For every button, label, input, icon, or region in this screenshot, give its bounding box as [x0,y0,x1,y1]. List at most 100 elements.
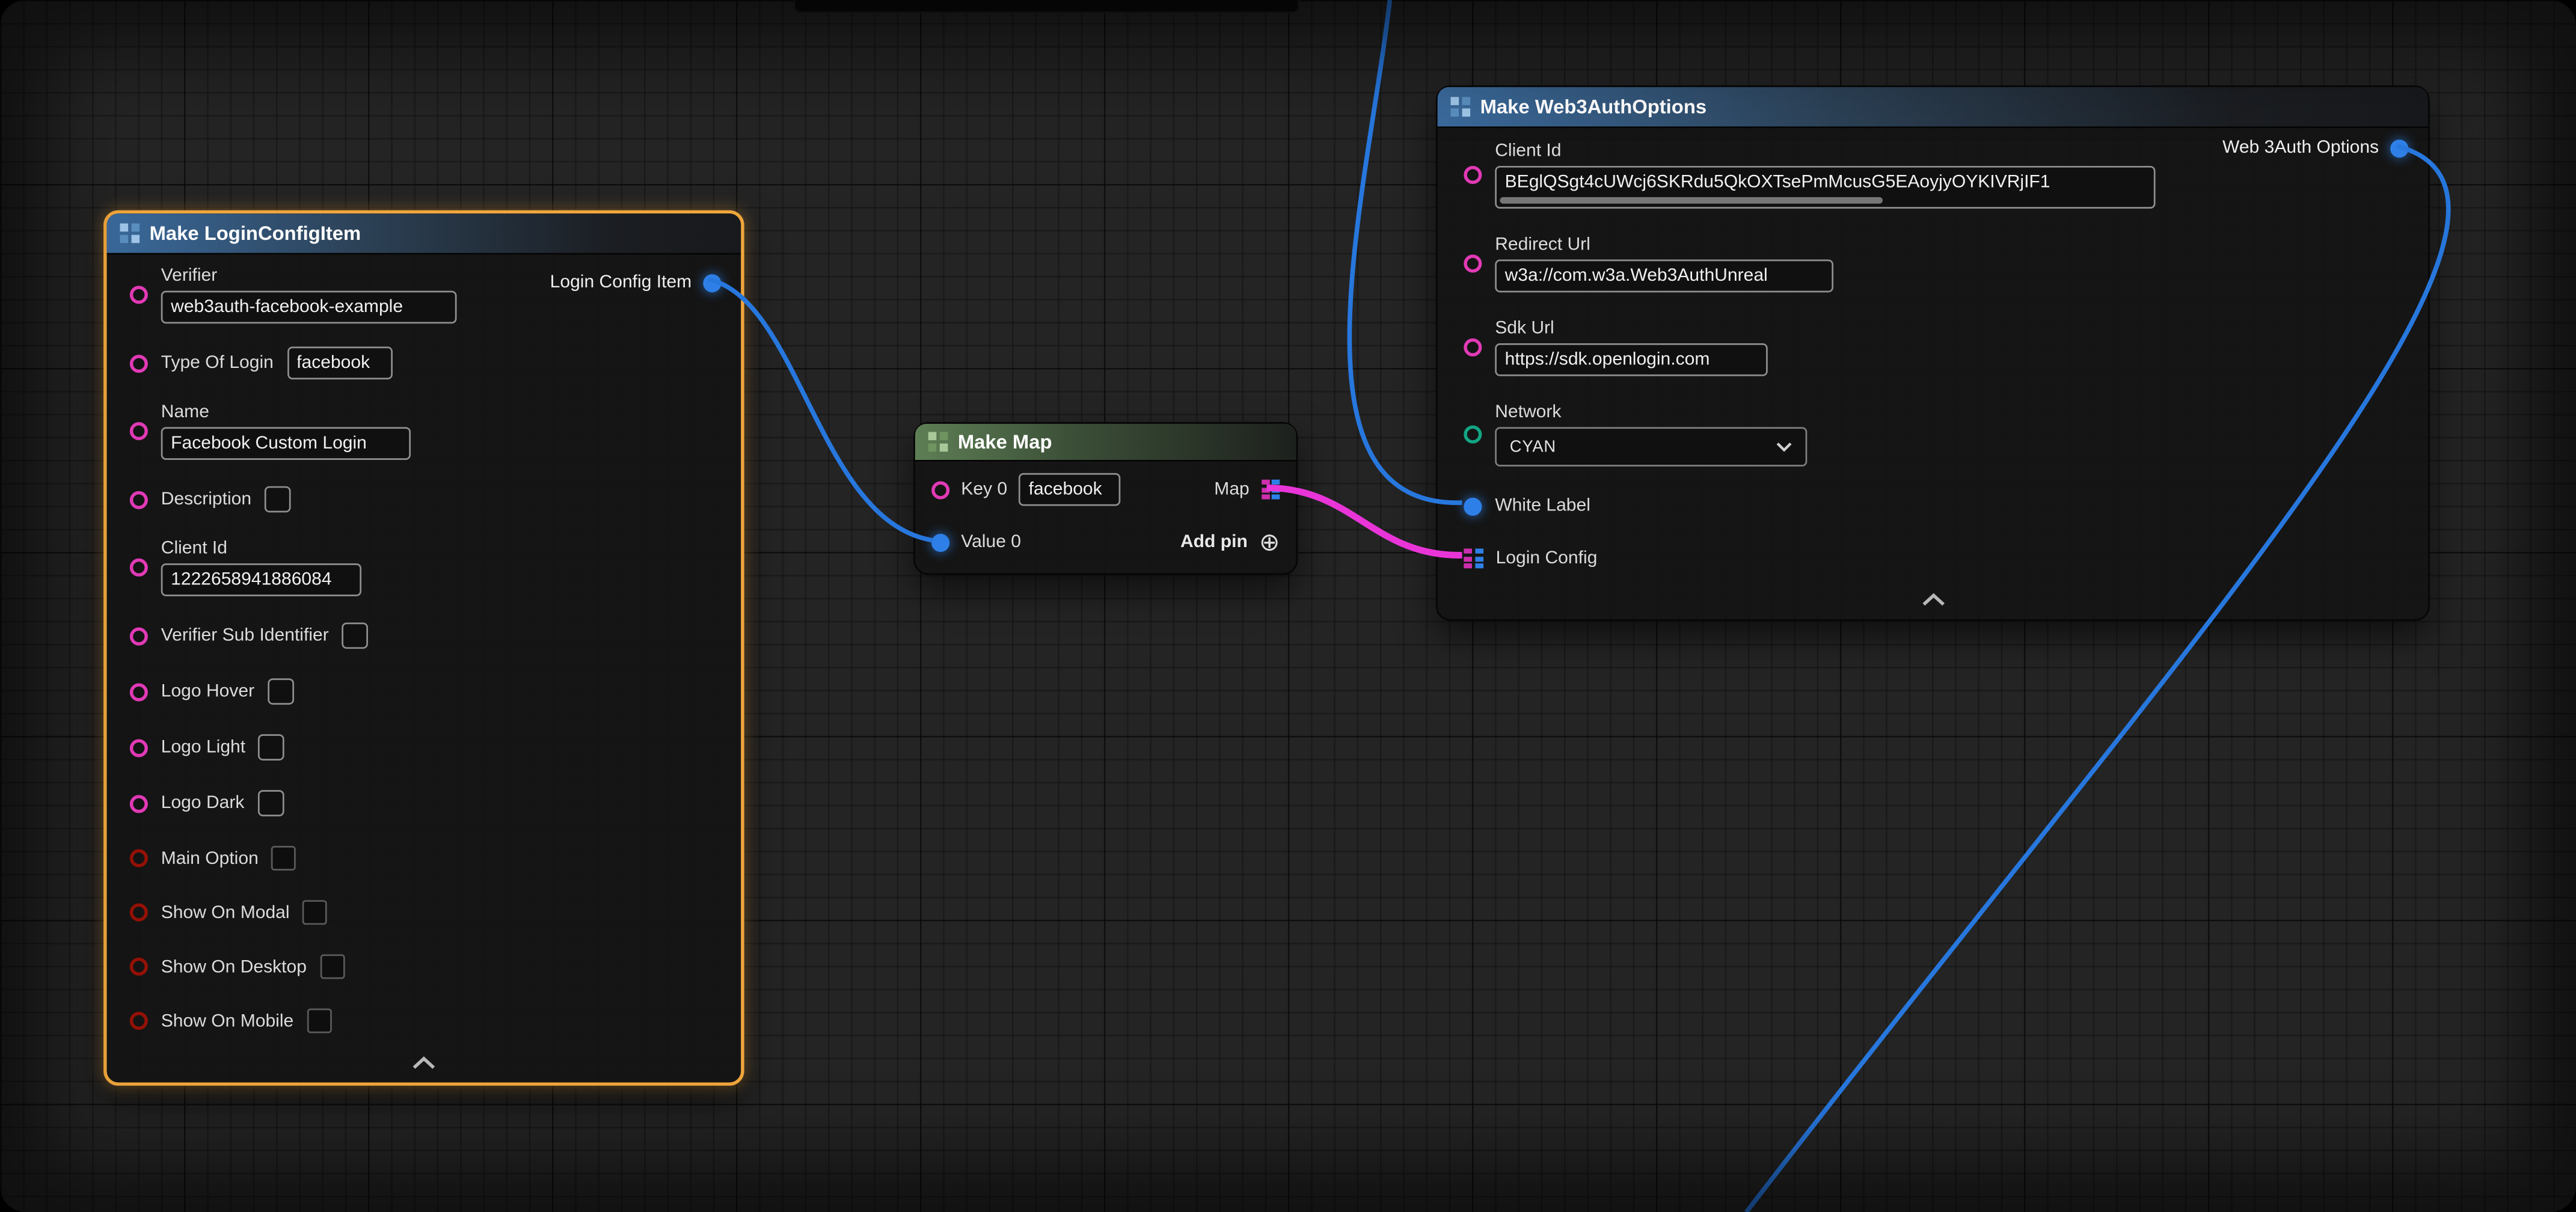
pin-label: Login Config [1496,549,1598,569]
pin-row-redirect-url: Redirect Url [1438,222,2428,305]
pin-row-logo-light: Logo Light [107,720,741,776]
pin-label: Name [161,402,411,422]
show-on-mobile-checkbox[interactable] [307,1009,331,1033]
map-key-row: Key 0 Map [915,462,1296,518]
network-dropdown-value: CYAN [1510,438,1556,456]
pin-label: Show On Modal [161,902,290,922]
add-pin-label: Add pin [1180,532,1248,552]
node-title: Make Web3AuthOptions [1480,95,1707,118]
collapse-node-control[interactable] [1438,585,2428,619]
description-input[interactable] [265,486,291,513]
string-pin[interactable] [130,559,148,577]
object-pin[interactable] [1464,497,1482,515]
pin-row-logo-hover: Logo Hover [107,664,741,720]
pin-label: Main Option [161,848,259,868]
pin-label: Sdk Url [1495,319,1768,338]
input-horizontal-scrollbar[interactable] [1500,197,1883,204]
redirect-url-input[interactable] [1495,260,1833,293]
pin-row-show-on-modal: Show On Modal [107,886,741,940]
map-value-row: Value 0 Add pin ⊕ [915,518,1296,574]
show-on-modal-checkbox[interactable] [302,900,327,925]
name-input[interactable] [161,427,411,460]
bool-pin[interactable] [130,1012,148,1030]
collapse-node-control[interactable] [107,1048,741,1082]
object-pin[interactable] [931,533,949,551]
add-pin-icon: ⊕ [1259,530,1280,554]
blueprint-graph[interactable]: Make LoginConfigItem Login Config Item V… [0,0,2576,1212]
pin-label: Show On Desktop [161,956,307,976]
make-map-icon [928,432,948,452]
pin-label: Value 0 [961,532,1021,552]
output-web3auth-options: Web 3Auth Options [2222,138,2408,158]
string-pin[interactable] [130,491,148,509]
pin-label: Logo Light [161,738,245,758]
string-pin[interactable] [1464,338,1482,357]
node-title: Make Map [958,430,1052,453]
string-pin[interactable] [130,682,148,700]
map-output-pin[interactable] [1261,480,1280,500]
collapse-chevron-icon [411,1056,437,1070]
client-id-input[interactable] [161,563,361,596]
pin-label: Map [1214,480,1249,500]
output-login-config-item: Login Config Item [550,273,722,293]
string-pin[interactable] [130,626,148,644]
type-of-login-input[interactable] [287,346,392,379]
pin-row-main-option: Main Option [107,831,741,885]
network-dropdown[interactable]: CYAN [1495,427,1807,467]
verifier-sub-identifier-input[interactable] [342,622,369,649]
pin-label: Client Id [161,539,361,559]
bool-pin[interactable] [130,849,148,867]
pin-label: White Label [1495,496,1590,516]
logo-dark-input[interactable] [257,790,284,816]
pin-row-white-label: White Label [1438,480,2428,532]
offscreen-node-edge [794,0,1299,13]
verifier-input[interactable] [161,291,457,324]
pin-label: Type Of Login [161,353,274,373]
add-pin-button[interactable]: Add pin ⊕ [1180,530,1280,554]
pin-row-show-on-mobile: Show On Mobile [107,994,741,1048]
pin-row-sdk-url: Sdk Url [1438,305,2428,389]
logo-hover-input[interactable] [268,678,294,705]
pin-label: Show On Mobile [161,1011,294,1031]
string-pin[interactable] [130,354,148,372]
sdk-url-input[interactable] [1495,343,1768,376]
bool-pin[interactable] [130,904,148,922]
node-titlebar[interactable]: Make Map [915,424,1296,462]
pin-row-description: Description [107,471,741,527]
make-struct-icon [120,224,140,243]
key0-input[interactable] [1019,473,1120,506]
pin-label: Client Id [1495,141,2155,161]
blueprint-editor: Make LoginConfigItem Login Config Item V… [0,0,2576,1212]
output-pin[interactable] [2390,139,2408,157]
pin-label: Network [1495,402,1807,422]
node-titlebar[interactable]: Make LoginConfigItem [107,213,741,254]
string-pin[interactable] [1464,254,1482,272]
show-on-desktop-checkbox[interactable] [320,954,345,979]
string-pin[interactable] [1464,166,1482,184]
pin-row-client-id: Client Id [107,527,741,608]
pin-row-logo-dark: Logo Dark [107,776,741,831]
string-pin[interactable] [130,286,148,304]
pin-label: Logo Hover [161,682,254,702]
string-pin[interactable] [130,738,148,756]
node-make-loginconfigitem[interactable]: Make LoginConfigItem Login Config Item V… [103,210,744,1086]
string-pin[interactable] [130,794,148,812]
node-title: Make LoginConfigItem [150,222,361,245]
node-titlebar[interactable]: Make Web3AuthOptions [1438,87,2428,128]
pin-row-network: Network CYAN [1438,390,2428,480]
output-pin-label: Web 3Auth Options [2222,138,2379,158]
pin-label: Redirect Url [1495,235,1833,255]
output-pin[interactable] [703,274,721,292]
main-option-checkbox[interactable] [272,846,296,871]
bool-pin[interactable] [130,958,148,976]
pin-label: Verifier [161,266,457,286]
pin-label: Key 0 [961,480,1007,500]
node-make-web3authoptions[interactable]: Make Web3AuthOptions Web 3Auth Options C… [1436,85,2430,621]
string-pin[interactable] [931,480,949,498]
pin-label: Description [161,489,251,509]
string-pin[interactable] [130,422,148,440]
enum-pin[interactable] [1464,426,1482,444]
node-make-map[interactable]: Make Map Key 0 Map Value 0 [913,422,1298,575]
logo-light-input[interactable] [259,734,285,761]
map-input-pin[interactable] [1464,549,1482,569]
